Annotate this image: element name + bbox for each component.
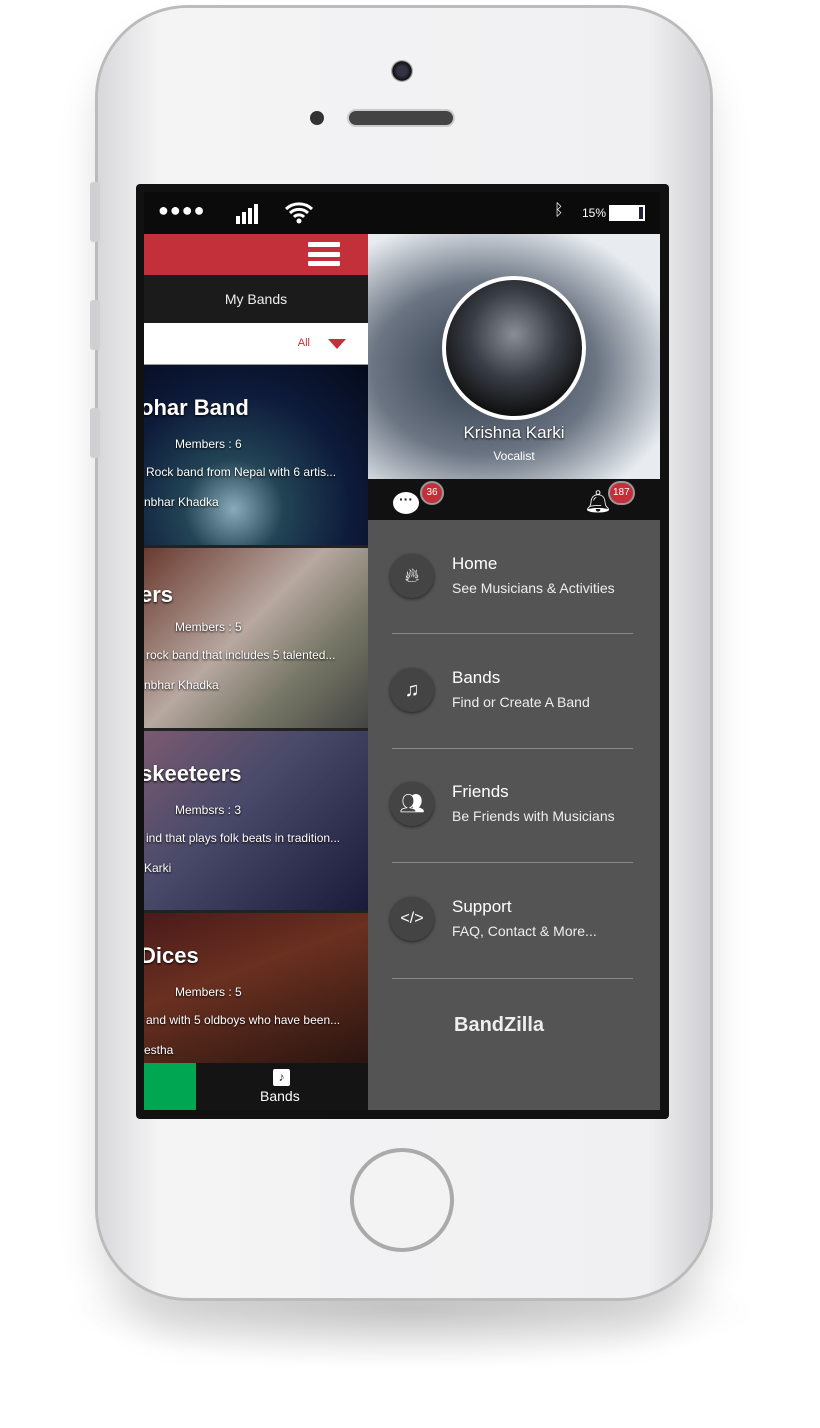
- signal-dots-icon: ●●●●: [158, 200, 206, 220]
- divider: [392, 978, 633, 979]
- menu-item-subtitle: See Musicians & Activities: [452, 580, 615, 596]
- volume-down-button: [90, 408, 100, 458]
- band-owner: nbhar Khadka: [144, 495, 219, 509]
- notifications-badge: 187: [608, 481, 635, 505]
- menu-item-title: Friends: [452, 782, 509, 801]
- battery-icon: [609, 205, 645, 221]
- band-members: Membsrs : 3: [175, 803, 242, 817]
- menu-item-bands[interactable]: ♫ Bands Find or Create A Band: [390, 634, 632, 749]
- bottom-nav-tab-active[interactable]: [144, 1063, 196, 1110]
- wifi-icon: [284, 202, 314, 224]
- bluetooth-icon: ᛒ: [554, 202, 564, 219]
- guitar-icon: ♪: [273, 1069, 290, 1086]
- menu-item-title: Bands: [452, 668, 501, 687]
- bands-panel: My Bands All ohar Band Members : 6 Rock …: [144, 234, 368, 1110]
- volume-up-button: [90, 300, 100, 350]
- app-content: My Bands All ohar Band Members : 6 Rock …: [144, 234, 660, 1110]
- band-card[interactable]: skeeteers Membsrs : 3 ind that plays fol…: [144, 731, 368, 910]
- band-filter-dropdown[interactable]: All: [144, 323, 368, 365]
- earpiece-speaker: [349, 111, 453, 125]
- band-members: Members : 5: [175, 620, 242, 634]
- band-card[interactable]: Dices Members : 5 and with 5 oldboys who…: [144, 913, 368, 1063]
- menu-item-title: Home: [452, 554, 498, 573]
- friends-icon: 👥︎: [390, 782, 434, 826]
- band-name: ohar Band: [144, 395, 249, 420]
- menu-item-support[interactable]: </> Support FAQ, Contact & More...: [390, 863, 632, 978]
- bottom-nav: ♪ Bands: [144, 1063, 368, 1110]
- bottom-nav-bands[interactable]: Bands: [260, 1088, 300, 1104]
- band-description: and with 5 oldboys who have been...: [146, 1013, 341, 1027]
- menu-item-friends[interactable]: 👥︎ Friends Be Friends with Musicians: [390, 748, 632, 863]
- band-owner: Karki: [144, 861, 172, 875]
- band-owner: nbhar Khadka: [144, 678, 219, 692]
- band-card[interactable]: ohar Band Members : 6 Rock band from Nep…: [144, 365, 368, 545]
- mute-switch: [90, 182, 100, 242]
- menu-item-home[interactable]: 🔥︎ Home See Musicians & Activities: [390, 520, 632, 635]
- flame-icon: 🔥︎: [390, 554, 434, 598]
- guitar-icon: ♫: [390, 668, 434, 712]
- hamburger-menu-icon[interactable]: [308, 242, 340, 266]
- band-members: Members : 5: [175, 985, 242, 999]
- app-header: [144, 234, 368, 275]
- status-bar: ●●●● ᛒ 15%: [144, 192, 660, 234]
- band-name: skeeteers: [144, 761, 242, 786]
- cell-signal-icon: [236, 204, 258, 224]
- sensor: [310, 111, 324, 125]
- side-menu: Krishna Karki Vocalist ··· 36 🔔︎ 187 🔥︎ …: [368, 234, 660, 1110]
- band-members: Members : 6: [175, 437, 242, 451]
- menu-item-title: Support: [452, 897, 512, 916]
- chat-icon[interactable]: ···: [393, 492, 419, 514]
- code-icon: </>: [390, 897, 434, 941]
- profile-name: Krishna Karki: [463, 423, 565, 442]
- page-title: My Bands: [144, 275, 368, 323]
- band-description: rock band that includes 5 talented...: [146, 648, 336, 662]
- profile-role: Vocalist: [493, 449, 535, 463]
- band-card[interactable]: ers Members : 5 rock band that includes …: [144, 548, 368, 728]
- menu-item-subtitle: Be Friends with Musicians: [452, 808, 615, 824]
- band-description: ind that plays folk beats in tradition..…: [146, 831, 341, 845]
- band-name: Dices: [144, 943, 199, 968]
- menu-item-subtitle: FAQ, Contact & More...: [452, 923, 597, 939]
- bandzilla-logo: BandZilla: [454, 1014, 544, 1037]
- logo-text: BandZilla: [454, 1014, 545, 1036]
- profile-header: Krishna Karki Vocalist: [368, 234, 660, 479]
- front-camera: [391, 60, 413, 82]
- filter-value: All: [297, 337, 310, 349]
- notification-bar: ··· 36 🔔︎ 187: [368, 479, 660, 520]
- messages-badge: 36: [420, 481, 444, 505]
- home-button[interactable]: [350, 1148, 454, 1252]
- battery-percent: 15%: [582, 206, 607, 220]
- band-owner: estha: [144, 1043, 174, 1057]
- caret-down-icon: [328, 339, 346, 349]
- band-description: Rock band from Nepal with 6 artis...: [146, 465, 337, 479]
- avatar[interactable]: [442, 276, 586, 420]
- band-name: ers: [144, 582, 174, 607]
- menu-item-subtitle: Find or Create A Band: [452, 694, 590, 710]
